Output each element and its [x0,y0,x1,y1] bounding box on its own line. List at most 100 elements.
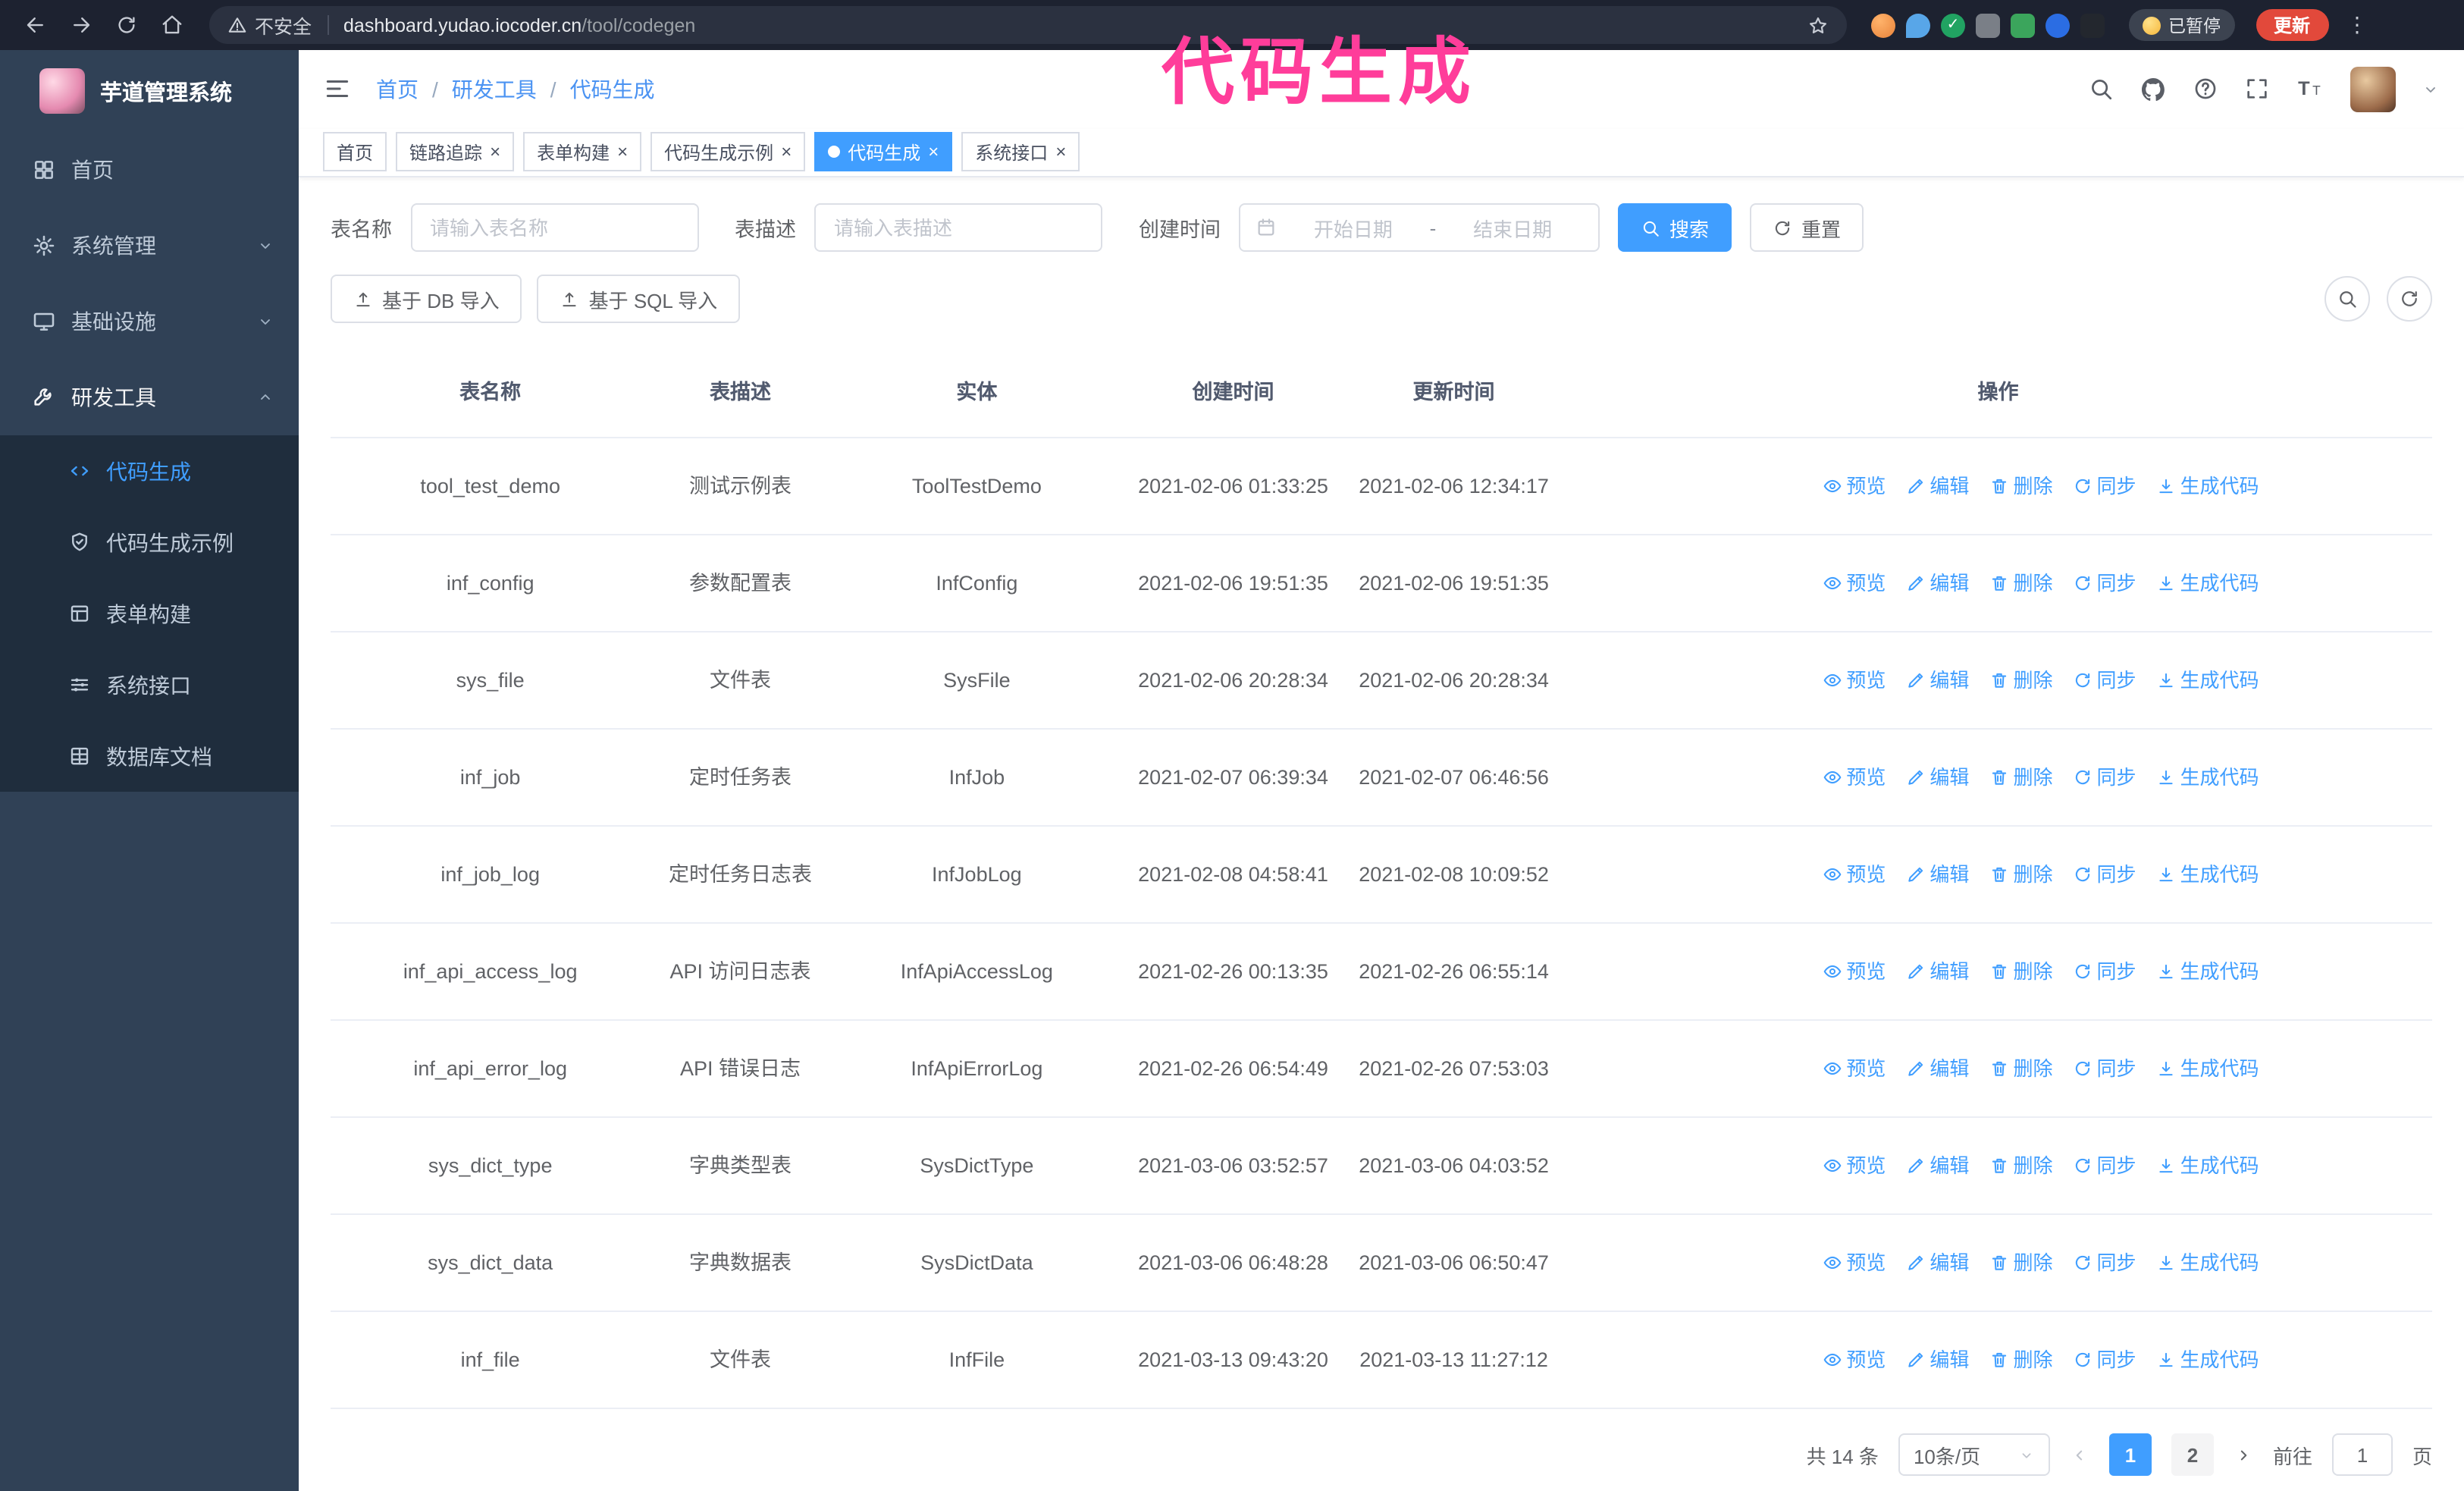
bookmark-star-icon[interactable] [1807,14,1829,36]
breadcrumb-devtools[interactable]: 研发工具 [452,74,537,105]
sidebar-item-codegen-example[interactable]: 代码生成示例 [0,507,299,578]
close-icon[interactable]: × [617,143,628,162]
preview-link[interactable]: 预览 [1822,1052,1886,1085]
toggle-search-button[interactable] [2324,276,2370,322]
edit-link[interactable]: 编辑 [1905,1149,1969,1182]
generate-code-link[interactable]: 生成代码 [2156,664,2259,697]
delete-link[interactable]: 删除 [1989,761,2052,794]
date-range-picker[interactable]: 开始日期 - 结束日期 [1239,203,1600,252]
security-status[interactable]: 不安全 [227,11,312,39]
sidebar-item-form-builder[interactable]: 表单构建 [0,578,299,649]
browser-forward-button[interactable] [61,5,100,45]
address-bar[interactable]: 不安全 dashboard.yudao.iocoder.cn/tool/code… [209,6,1847,44]
refresh-table-button[interactable] [2387,276,2432,322]
browser-back-button[interactable] [15,5,55,45]
delete-link[interactable]: 删除 [1989,858,2052,891]
generate-code-link[interactable]: 生成代码 [2156,567,2259,600]
sync-link[interactable]: 同步 [2072,664,2136,697]
tab-api[interactable]: 系统接口 × [961,132,1080,172]
delete-link[interactable]: 删除 [1989,664,2052,697]
sidebar-item-system[interactable]: 系统管理 [0,208,299,284]
search-button[interactable]: 搜索 [1618,203,1732,252]
page-button-1[interactable]: 1 [2108,1433,2152,1476]
browser-reload-button[interactable] [106,5,146,45]
import-sql-button[interactable]: 基于 SQL 导入 [537,275,741,323]
preview-link[interactable]: 预览 [1822,1149,1886,1182]
edit-link[interactable]: 编辑 [1905,761,1969,794]
sync-link[interactable]: 同步 [2072,1149,2136,1182]
edit-link[interactable]: 编辑 [1905,469,1969,503]
avatar[interactable] [2350,66,2396,112]
generate-code-link[interactable]: 生成代码 [2156,1343,2259,1376]
preview-link[interactable]: 预览 [1822,1343,1886,1376]
page-size-select[interactable]: 10条/页 [1898,1433,2050,1476]
preview-link[interactable]: 预览 [1822,858,1886,891]
extension-icon[interactable] [2045,13,2070,37]
next-page-button[interactable] [2234,1445,2253,1464]
generate-code-link[interactable]: 生成代码 [2156,1052,2259,1085]
fullscreen-icon[interactable] [2244,77,2270,102]
edit-link[interactable]: 编辑 [1905,858,1969,891]
sync-link[interactable]: 同步 [2072,1052,2136,1085]
app-logo[interactable]: 芋道管理系统 [0,50,299,132]
extension-icon[interactable] [1906,13,1930,37]
sync-link[interactable]: 同步 [2072,858,2136,891]
edit-link[interactable]: 编辑 [1905,1246,1969,1279]
sidebar-item-codegen[interactable]: 代码生成 [0,435,299,507]
preview-link[interactable]: 预览 [1822,955,1886,988]
edit-link[interactable]: 编辑 [1905,1343,1969,1376]
tab-codegen[interactable]: 代码生成 × [814,132,953,172]
sync-link[interactable]: 同步 [2072,1343,2136,1376]
edit-link[interactable]: 编辑 [1905,955,1969,988]
generate-code-link[interactable]: 生成代码 [2156,1246,2259,1279]
help-icon[interactable] [2193,77,2218,102]
close-icon[interactable]: × [928,143,939,162]
tab-home[interactable]: 首页 [323,132,387,172]
close-icon[interactable]: × [490,143,500,162]
prev-page-button[interactable] [2070,1445,2089,1464]
preview-link[interactable]: 预览 [1822,469,1886,503]
extensions-puzzle-icon[interactable] [2080,13,2105,37]
import-db-button[interactable]: 基于 DB 导入 [331,275,522,323]
edit-link[interactable]: 编辑 [1905,567,1969,600]
tab-codegen-example[interactable]: 代码生成示例 × [650,132,806,172]
extension-icon[interactable] [1871,13,1895,37]
delete-link[interactable]: 删除 [1989,469,2052,503]
search-icon[interactable] [2088,77,2114,102]
sync-link[interactable]: 同步 [2072,761,2136,794]
sync-link[interactable]: 同步 [2072,1246,2136,1279]
extension-icon[interactable]: ✓ [1941,13,1965,37]
delete-link[interactable]: 删除 [1989,1343,2052,1376]
edit-link[interactable]: 编辑 [1905,664,1969,697]
preview-link[interactable]: 预览 [1822,1246,1886,1279]
extension-icon[interactable] [2011,13,2035,37]
delete-link[interactable]: 删除 [1989,1246,2052,1279]
tab-trace[interactable]: 链路追踪 × [396,132,515,172]
generate-code-link[interactable]: 生成代码 [2156,761,2259,794]
delete-link[interactable]: 删除 [1989,1052,2052,1085]
sync-link[interactable]: 同步 [2072,469,2136,503]
breadcrumb-codegen[interactable]: 代码生成 [570,74,655,105]
font-size-icon[interactable] [2296,75,2324,104]
hamburger-icon[interactable] [323,75,352,104]
breadcrumb-home[interactable]: 首页 [376,74,419,105]
sidebar-item-infra[interactable]: 基础设施 [0,284,299,359]
tab-form-builder[interactable]: 表单构建 × [523,132,642,172]
delete-link[interactable]: 删除 [1989,1149,2052,1182]
extension-icon[interactable] [1976,13,2000,37]
generate-code-link[interactable]: 生成代码 [2156,955,2259,988]
generate-code-link[interactable]: 生成代码 [2156,858,2259,891]
github-icon[interactable] [2140,76,2167,103]
delete-link[interactable]: 删除 [1989,955,2052,988]
page-button-2[interactable]: 2 [2171,1433,2214,1476]
close-icon[interactable]: × [781,143,792,162]
table-desc-input[interactable] [814,203,1102,252]
sidebar-item-home[interactable]: 首页 [0,132,299,208]
sidebar-item-api[interactable]: 系统接口 [0,649,299,720]
browser-update-button[interactable]: 更新 [2256,9,2329,41]
delete-link[interactable]: 删除 [1989,567,2052,600]
sidebar-item-devtools[interactable]: 研发工具 [0,359,299,435]
browser-menu-icon[interactable]: ⋮ [2346,12,2368,38]
sync-link[interactable]: 同步 [2072,955,2136,988]
sidebar-item-db-doc[interactable]: 数据库文档 [0,720,299,792]
